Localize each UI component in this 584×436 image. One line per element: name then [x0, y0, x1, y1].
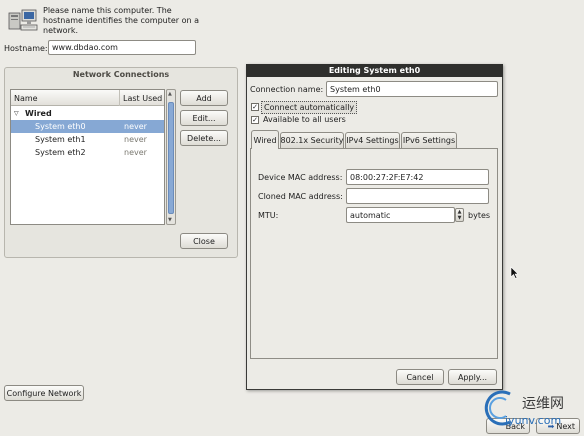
list-item-eth1[interactable]: System eth1 never [11, 133, 164, 146]
list-item-eth2[interactable]: System eth2 never [11, 146, 164, 159]
dialog-title-bar[interactable]: Editing System eth0 [246, 64, 503, 77]
mtu-input[interactable]: automatic [346, 207, 455, 223]
hostname-label: Hostname: [4, 44, 48, 53]
close-button[interactable]: Close [180, 233, 228, 249]
scroll-down-icon[interactable]: ▼ [168, 217, 172, 223]
network-connections-title: Network Connections [72, 70, 170, 79]
hostname-input[interactable]: www.dbdao.com [48, 40, 196, 55]
mtu-label: MTU: [258, 211, 279, 220]
row-name: System eth0 [35, 122, 86, 131]
tab-ipv4-settings[interactable]: IPv4 Settings [345, 132, 400, 148]
tab-wired[interactable]: Wired [251, 130, 279, 149]
list-header: Name Last Used [11, 90, 164, 106]
available-to-all-label[interactable]: Available to all users [263, 115, 346, 124]
row-last-used: never [124, 122, 147, 131]
cloned-mac-input[interactable] [346, 188, 489, 204]
delete-button[interactable]: Delete... [180, 130, 228, 146]
apply-button[interactable]: Apply... [448, 369, 497, 385]
mtu-unit-label: bytes [468, 211, 491, 220]
add-button[interactable]: Add [180, 90, 228, 106]
cancel-button[interactable]: Cancel [396, 369, 444, 385]
watermark-text: 运维网 [522, 396, 564, 412]
mouse-cursor-icon [510, 266, 519, 279]
column-header-name[interactable]: Name [14, 94, 38, 103]
row-name: System eth2 [35, 148, 86, 157]
intro-line-3: network. [43, 26, 79, 35]
watermark-subtext: iyunv.com [505, 414, 562, 427]
list-scrollbar[interactable]: ▲ ▼ [166, 89, 176, 225]
connections-list[interactable]: Name Last Used ▽ Wired System eth0 never… [10, 89, 165, 225]
connect-automatically-label[interactable]: Connect automatically [261, 101, 358, 114]
edit-button[interactable]: Edit... [180, 110, 228, 126]
scrollbar-thumb[interactable] [168, 102, 174, 214]
mtu-spinner[interactable]: ▲ ▼ [455, 208, 464, 222]
cloned-mac-label: Cloned MAC address: [258, 192, 343, 201]
intro-line-2: hostname identifies the computer on a [43, 16, 200, 25]
tab-8021x-security[interactable]: 802.1x Security [280, 132, 344, 148]
list-item-eth0[interactable]: System eth0 never [11, 120, 164, 133]
available-to-all-checkbox[interactable]: ✓ [251, 116, 259, 124]
tab-ipv6-settings[interactable]: IPv6 Settings [401, 132, 457, 148]
device-mac-label: Device MAC address: [258, 173, 343, 182]
connection-name-label: Connection name: [250, 85, 324, 94]
configure-network-button[interactable]: Configure Network [4, 385, 84, 401]
connection-name-input[interactable]: System eth0 [326, 81, 498, 97]
intro-text: Please name this computer. The hostname … [43, 6, 199, 36]
row-last-used: never [124, 148, 147, 157]
intro-line-1: Please name this computer. The [43, 6, 172, 15]
connect-automatically-checkbox[interactable]: ✓ [251, 103, 259, 111]
group-label: Wired [25, 109, 52, 118]
column-header-last-used[interactable]: Last Used [123, 94, 162, 103]
row-name: System eth1 [35, 135, 86, 144]
device-mac-input[interactable]: 08:00:27:2F:E7:42 [346, 169, 489, 185]
column-separator [119, 90, 120, 106]
row-last-used: never [124, 135, 147, 144]
computer-icon [8, 9, 38, 31]
expander-icon[interactable]: ▽ [14, 110, 19, 117]
group-row-wired[interactable]: ▽ Wired [11, 107, 164, 120]
scroll-up-icon[interactable]: ▲ [168, 91, 172, 97]
